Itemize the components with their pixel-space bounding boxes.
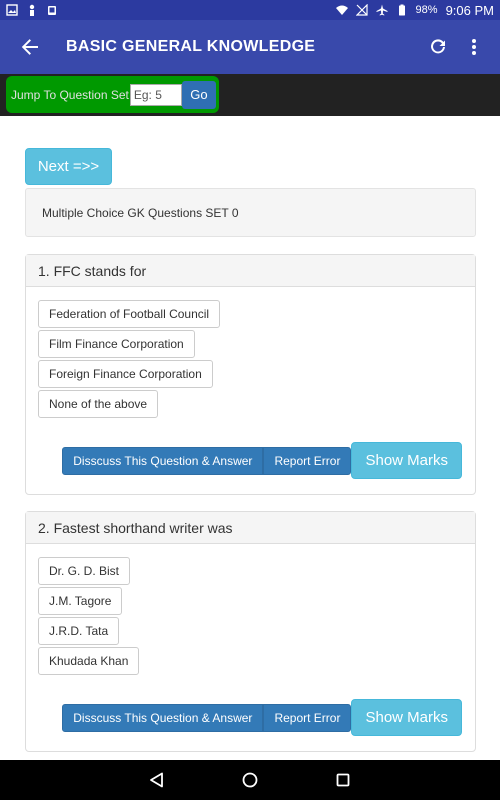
phone-notification-icon [48, 6, 56, 15]
refresh-icon [431, 39, 445, 54]
set-title-panel: Multiple Choice GK Questions SET 0 [25, 188, 476, 237]
battery-percentage: 98% [415, 4, 438, 16]
more-vert-icon [472, 39, 476, 55]
set-title: Multiple Choice GK Questions SET 0 [42, 205, 239, 220]
nav-home-icon [242, 772, 258, 788]
nav-back-icon [149, 772, 163, 788]
go-button[interactable]: Go [181, 80, 216, 109]
question-set-input[interactable] [129, 83, 182, 106]
nav-recents-icon [336, 773, 350, 787]
show-marks-button[interactable]: Show Marks [351, 442, 462, 479]
refresh-button[interactable] [420, 20, 456, 74]
airplane-mode-icon [376, 4, 388, 16]
gallery-notification-icon [6, 4, 18, 16]
arrow-left-icon [21, 39, 38, 55]
report-error-button[interactable]: Report Error [263, 446, 352, 475]
question-panel: 1. FFC stands for Federation of Football… [25, 254, 476, 495]
report-error-button[interactable]: Report Error [263, 703, 352, 732]
answer-option[interactable]: None of the above [38, 390, 159, 418]
status-bar: 98% 9:06 PM [0, 0, 500, 20]
app-title: BASIC GENERAL KNOWLEDGE [66, 38, 316, 55]
back-button[interactable] [0, 20, 60, 74]
question-panel: 2. Fastest shorthand writer was Dr. G. D… [25, 511, 476, 752]
next-button[interactable]: Next =>> [25, 148, 112, 185]
discuss-button[interactable]: Disscuss This Question & Answer [62, 446, 264, 475]
battery-icon [398, 4, 405, 16]
question-text: 2. Fastest shorthand writer was [26, 512, 475, 544]
system-nav-bar [0, 760, 500, 800]
person-notification-icon [29, 4, 35, 16]
question-text: 1. FFC stands for [26, 255, 475, 287]
app-bar: BASIC GENERAL KNOWLEDGE [0, 20, 500, 74]
nav-home-button[interactable] [230, 760, 270, 800]
jump-label: Jump To Question Set [11, 87, 129, 102]
answer-option[interactable]: Federation of Football Council [38, 300, 221, 328]
answer-option[interactable]: J.R.D. Tata [38, 617, 120, 645]
answer-option[interactable]: Dr. G. D. Bist [38, 557, 131, 585]
no-signal-icon [355, 4, 368, 16]
jump-bar: Jump To Question Set Go [0, 74, 500, 116]
clock: 9:06 PM [445, 2, 494, 18]
nav-recents-button[interactable] [323, 760, 363, 800]
answer-option[interactable]: Khudada Khan [38, 647, 140, 675]
answer-option[interactable]: Foreign Finance Corporation [38, 360, 213, 388]
wifi-icon [335, 5, 348, 15]
show-marks-button[interactable]: Show Marks [351, 699, 462, 736]
nav-back-button[interactable] [137, 760, 177, 800]
discuss-button[interactable]: Disscuss This Question & Answer [62, 703, 264, 732]
jump-to-set-form: Jump To Question Set Go [6, 76, 219, 113]
more-options-button[interactable] [456, 20, 492, 74]
answer-option[interactable]: J.M. Tagore [38, 587, 123, 615]
answer-option[interactable]: Film Finance Corporation [38, 330, 195, 358]
